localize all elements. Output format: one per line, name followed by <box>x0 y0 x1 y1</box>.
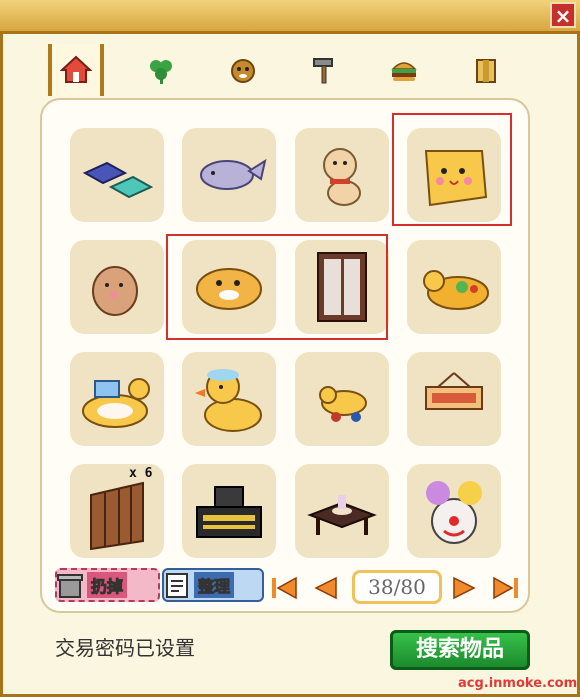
clipboard-icon <box>166 573 188 598</box>
item-slot-16[interactable] <box>407 464 501 558</box>
tab-misc[interactable] <box>458 44 514 96</box>
highlight-box <box>392 113 512 226</box>
first-page-icon[interactable] <box>270 574 300 602</box>
discard-label: 扔掉 <box>87 572 128 598</box>
hammer-icon <box>313 58 333 84</box>
close-button[interactable]: × <box>550 2 576 28</box>
pager: 38/80 <box>270 570 528 606</box>
tab-clover[interactable] <box>133 44 189 96</box>
tea-table-item-icon <box>307 495 377 535</box>
highlight-box <box>166 234 388 340</box>
duck-float-item-icon <box>82 378 150 428</box>
sign-board-item-icon <box>425 372 483 410</box>
shark-item-icon <box>200 158 267 190</box>
sort-button[interactable]: 整理 <box>162 568 264 602</box>
hamster-plush-item-icon <box>92 266 138 316</box>
sort-label: 整理 <box>194 572 235 598</box>
item-count-badge: x 6 <box>129 466 153 481</box>
title-bar: × <box>0 0 580 34</box>
item-slot-9[interactable] <box>70 352 164 446</box>
box-icon <box>476 59 496 83</box>
item-slot-11[interactable] <box>295 352 389 446</box>
trash-can-icon <box>57 574 83 598</box>
duck-boat-item-icon <box>423 270 489 310</box>
watermark: acg.inmoke.com <box>458 676 578 691</box>
item-slot-1[interactable] <box>70 128 164 222</box>
page-indicator: 38/80 <box>352 570 442 604</box>
pet-face-icon <box>231 59 255 83</box>
discard-button[interactable]: 扔掉 <box>55 568 160 602</box>
blue-bed-item-icon <box>82 161 154 199</box>
wooden-fence-item-icon <box>90 481 144 551</box>
puppy-plush-item-icon <box>323 148 361 206</box>
item-slot-10[interactable] <box>182 352 276 446</box>
burger-icon <box>391 62 417 81</box>
rubber-duck-item-icon <box>195 369 262 432</box>
tab-house[interactable] <box>48 44 104 96</box>
search-items-button[interactable]: 搜索物品 <box>390 630 530 670</box>
item-slot-15[interactable] <box>295 464 389 558</box>
house-icon <box>60 55 92 83</box>
trade-password-status: 交易密码已设置 <box>55 636 195 660</box>
last-page-icon[interactable] <box>490 574 520 602</box>
clown-head-item-icon <box>426 481 482 544</box>
tab-food[interactable] <box>376 44 432 96</box>
tab-pet[interactable] <box>215 44 271 96</box>
item-slot-5[interactable] <box>70 240 164 334</box>
item-slot-12[interactable] <box>407 352 501 446</box>
item-slot-8[interactable] <box>407 240 501 334</box>
duck-toy-car-item-icon <box>319 386 367 422</box>
item-slot-2[interactable] <box>182 128 276 222</box>
category-tabs <box>48 44 518 96</box>
tab-tools[interactable] <box>296 44 352 96</box>
item-slot-14[interactable] <box>182 464 276 558</box>
prev-page-icon[interactable] <box>310 574 340 602</box>
next-page-icon[interactable] <box>450 574 480 602</box>
item-slot-3[interactable] <box>295 128 389 222</box>
clover-icon <box>150 60 172 84</box>
music-machine-item-icon <box>196 486 262 538</box>
